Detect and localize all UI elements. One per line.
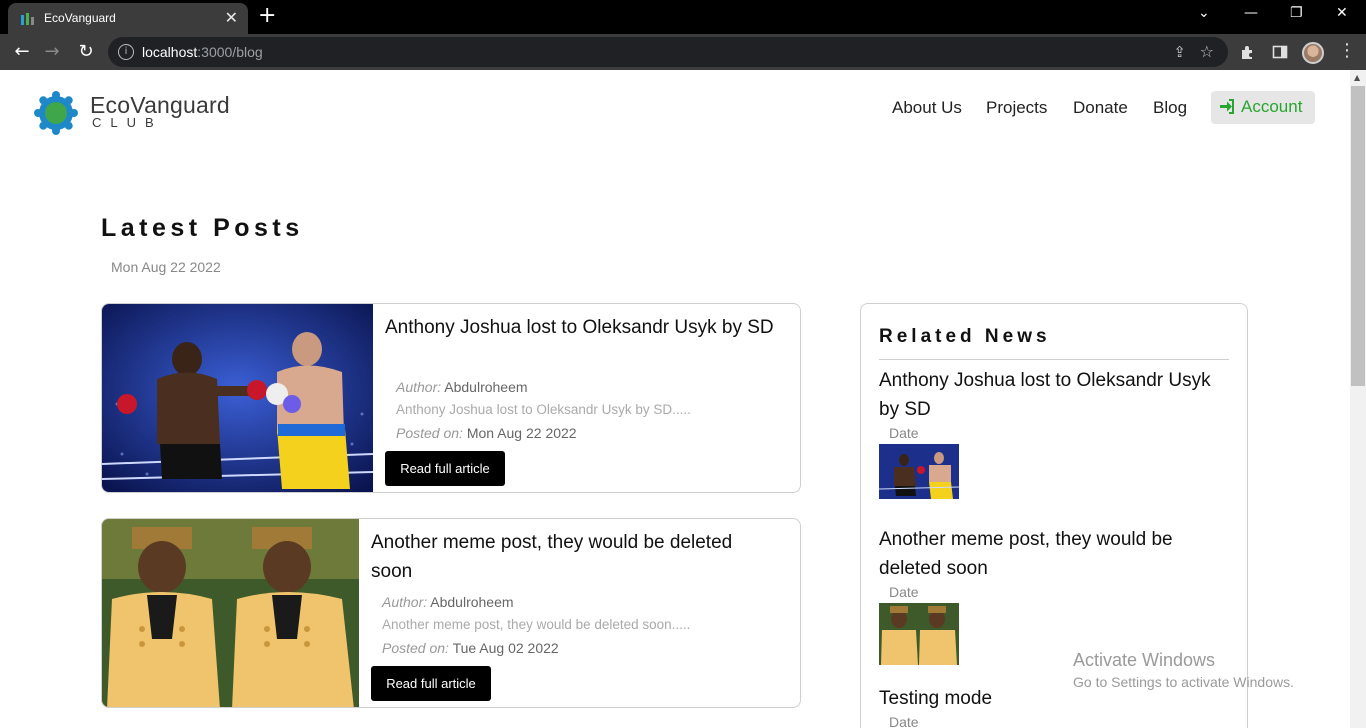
post-date: Posted on: Tue Aug 02 2022 [382, 640, 559, 656]
divider [879, 359, 1229, 360]
browser-tab[interactable]: EcoVanguard ✕ [8, 3, 248, 34]
tab-search-chevron-icon[interactable]: ⌄ [1198, 5, 1210, 21]
post-card: Another meme post, they would be deleted… [101, 518, 801, 708]
related-item-date: Date [889, 714, 919, 728]
forward-arrow-icon[interactable]: → [40, 40, 64, 64]
account-label: Account [1241, 97, 1303, 116]
side-panel-icon[interactable] [1272, 44, 1288, 60]
back-arrow-icon[interactable]: ← [10, 40, 34, 64]
brand-subtitle: CLUB [92, 115, 163, 130]
minimize-icon[interactable]: — [1244, 5, 1258, 21]
tab-title: EcoVanguard [44, 11, 116, 25]
restore-icon[interactable]: ❐ [1290, 5, 1303, 21]
new-tab-icon[interactable]: + [258, 3, 276, 28]
window-close-icon[interactable]: ✕ [1336, 5, 1348, 21]
tab-close-icon[interactable]: ✕ [225, 8, 238, 27]
related-item-date: Date [889, 425, 919, 441]
scroll-up-icon[interactable]: ▲ [1354, 73, 1360, 82]
bookmark-star-icon[interactable]: ☆ [1200, 42, 1214, 61]
nav-donate[interactable]: Donate [1073, 98, 1128, 118]
related-item-thumbnail[interactable] [879, 603, 959, 665]
read-full-article-button[interactable]: Read full article [385, 451, 505, 486]
windows-activation-watermark: Activate Windows Go to Settings to activ… [1073, 650, 1294, 690]
post-excerpt: Anthony Joshua lost to Oleksandr Usyk by… [396, 402, 691, 417]
scrollbar-thumb[interactable] [1351, 86, 1365, 386]
post-author: Author: Abdulroheem [396, 379, 528, 395]
site-favicon-icon [21, 13, 34, 25]
page-scrollbar[interactable]: ▲ [1350, 70, 1366, 728]
latest-posts-heading: Latest Posts [101, 214, 304, 242]
post-title[interactable]: Another meme post, they would be deleted… [371, 528, 771, 586]
reload-icon[interactable]: ↻ [74, 40, 98, 64]
extensions-puzzle-icon[interactable] [1240, 44, 1256, 60]
browser-menu-icon[interactable]: ⋮ [1338, 40, 1356, 61]
site-info-icon[interactable]: i [118, 44, 134, 60]
share-icon[interactable]: ⇪ [1173, 43, 1186, 61]
profile-avatar[interactable] [1302, 42, 1324, 64]
related-news-heading: Related News [879, 326, 1051, 347]
watermark-subtitle: Go to Settings to activate Windows. [1073, 674, 1294, 690]
url-text: localhost:3000/blog [142, 44, 263, 60]
related-item-title[interactable]: Anthony Joshua lost to Oleksandr Usyk by… [879, 366, 1224, 424]
post-title[interactable]: Anthony Joshua lost to Oleksandr Usyk by… [385, 313, 785, 342]
related-item-date: Date [889, 584, 919, 600]
post-date: Posted on: Mon Aug 22 2022 [396, 425, 577, 441]
latest-posts-date: Mon Aug 22 2022 [111, 259, 221, 275]
account-button[interactable]: Account [1211, 91, 1315, 124]
browser-titlebar: EcoVanguard ✕ + ⌄ — ❐ ✕ [0, 0, 1366, 34]
post-card: Anthony Joshua lost to Oleksandr Usyk by… [101, 303, 801, 493]
nav-about-us[interactable]: About Us [892, 98, 962, 118]
meme-photo[interactable] [102, 519, 359, 708]
nav-projects[interactable]: Projects [986, 98, 1047, 118]
post-author: Author: Abdulroheem [382, 594, 514, 610]
related-item-thumbnail[interactable] [879, 444, 959, 499]
address-bar[interactable]: i localhost:3000/blog ⇪ ☆ [108, 37, 1228, 67]
ecovanguard-logo-icon[interactable] [34, 91, 78, 135]
boxing-photo[interactable] [102, 304, 373, 493]
read-full-article-button[interactable]: Read full article [371, 666, 491, 701]
nav-blog[interactable]: Blog [1153, 98, 1187, 118]
sign-in-icon [1220, 99, 1234, 114]
related-item-title[interactable]: Another meme post, they would be deleted… [879, 525, 1224, 583]
webpage: EcoVanguard CLUB About Us Projects Donat… [0, 70, 1350, 728]
browser-toolbar: ← → ↻ i localhost:3000/blog ⇪ ☆ ⋮ [0, 34, 1366, 70]
post-excerpt: Another meme post, they would be deleted… [382, 617, 691, 632]
watermark-title: Activate Windows [1073, 650, 1216, 670]
